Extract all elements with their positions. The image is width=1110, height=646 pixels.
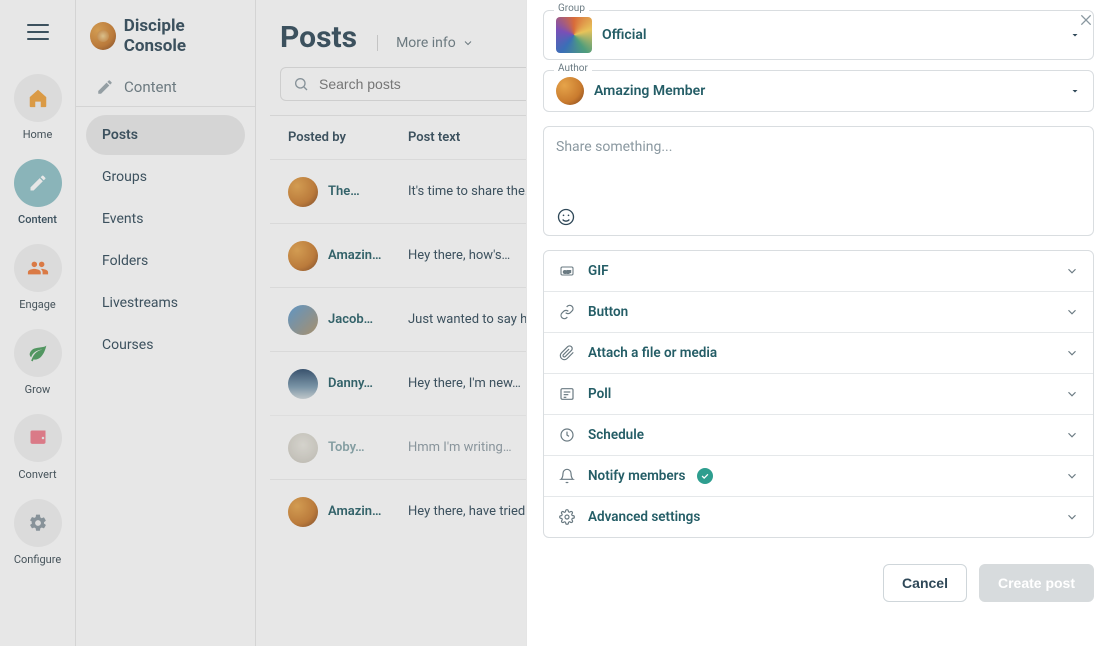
group-select[interactable]: Group Official (543, 10, 1094, 60)
poster-name: Amazin… (328, 248, 381, 263)
create-post-button[interactable]: Create post (979, 564, 1094, 602)
pencil-icon (14, 159, 62, 207)
option-button[interactable]: Button (544, 291, 1093, 332)
gif-icon: GIF (558, 263, 576, 279)
option-label: Notify members (588, 468, 685, 484)
leaf-icon (14, 329, 62, 377)
chevron-down-icon (1065, 346, 1079, 360)
link-icon (558, 304, 576, 320)
rail-label: Configure (14, 553, 61, 566)
post-textarea[interactable] (556, 139, 1081, 207)
option-label: Advanced settings (588, 509, 700, 525)
rail-item-engage[interactable]: Engage (0, 238, 75, 319)
option-label: Button (588, 304, 628, 320)
gear-icon (558, 509, 576, 525)
author-label: Author (554, 63, 592, 74)
svg-text:GIF: GIF (563, 269, 571, 274)
rail-item-content[interactable]: Content (0, 153, 75, 234)
rail-item-configure[interactable]: Configure (0, 493, 75, 574)
option-advanced[interactable]: Advanced settings (544, 496, 1093, 537)
option-poll[interactable]: Poll (544, 373, 1093, 414)
option-label: Poll (588, 386, 611, 402)
gear-icon (14, 499, 62, 547)
clock-icon (558, 427, 576, 443)
poster-name: Toby… (328, 440, 365, 455)
brand-logo-icon (90, 22, 116, 50)
bell-icon (558, 468, 576, 484)
chevron-down-icon (1065, 387, 1079, 401)
group-thumb (556, 17, 592, 53)
avatar (288, 497, 318, 527)
subnav-header: Content (76, 68, 255, 107)
chevron-down-icon (1065, 264, 1079, 278)
author-value: Amazing Member (594, 83, 705, 99)
caret-down-icon (1069, 85, 1081, 97)
post-options-accordion: GIF GIF Button Attach a file or media Po… (543, 250, 1094, 538)
rail-label: Engage (19, 298, 56, 311)
poll-icon (558, 386, 576, 402)
col-posted-by: Posted by (288, 130, 408, 145)
rail-item-grow[interactable]: Grow (0, 323, 75, 404)
rail-label: Grow (25, 383, 51, 396)
check-badge (697, 468, 713, 484)
rail-item-convert[interactable]: Convert (0, 408, 75, 489)
option-gif[interactable]: GIF GIF (544, 251, 1093, 291)
rail-item-home[interactable]: Home (0, 68, 75, 149)
brand-title: Disciple Console (124, 16, 241, 56)
subnav-item-folders[interactable]: Folders (86, 241, 245, 281)
avatar (288, 305, 318, 335)
wallet-icon (14, 414, 62, 462)
avatar (288, 433, 318, 463)
option-label: GIF (588, 263, 609, 279)
pencil-icon (96, 78, 114, 96)
chevron-down-icon (1065, 510, 1079, 524)
group-label: Group (554, 3, 589, 14)
subnav-list: Posts Groups Events Folders Livestreams … (76, 107, 255, 373)
poster-name: The… (328, 184, 360, 199)
smile-icon (556, 207, 576, 227)
avatar (288, 177, 318, 207)
menu-toggle[interactable] (18, 12, 58, 52)
page-title: Posts (280, 20, 357, 55)
avatar (288, 369, 318, 399)
paperclip-icon (558, 345, 576, 361)
home-icon (14, 74, 62, 122)
rail-label: Content (18, 213, 57, 226)
option-schedule[interactable]: Schedule (544, 414, 1093, 455)
poster-name: Danny… (328, 376, 373, 391)
group-value: Official (602, 27, 647, 43)
rail-label: Home (23, 128, 53, 141)
option-label: Schedule (588, 427, 644, 443)
author-avatar (556, 77, 584, 105)
option-label: Attach a file or media (588, 345, 717, 361)
search-icon (293, 76, 309, 92)
content-subnav: Disciple Console Content Posts Groups Ev… (76, 0, 256, 646)
option-notify[interactable]: Notify members (544, 455, 1093, 496)
post-composer[interactable] (543, 126, 1094, 236)
chevron-down-icon (1065, 469, 1079, 483)
chevron-down-icon (1065, 428, 1079, 442)
author-select[interactable]: Author Amazing Member (543, 70, 1094, 112)
nav-rail: Home Content Engage Grow Convert (0, 0, 76, 646)
brand: Disciple Console (76, 0, 255, 68)
poster-name: Jacob… (328, 312, 373, 327)
cancel-button[interactable]: Cancel (883, 564, 967, 602)
subnav-item-events[interactable]: Events (86, 199, 245, 239)
subnav-item-livestreams[interactable]: Livestreams (86, 283, 245, 323)
chevron-down-icon (1065, 305, 1079, 319)
more-info-toggle[interactable]: More info (377, 35, 474, 51)
caret-down-icon (1069, 29, 1081, 41)
create-post-panel: Group Official Author Amazing Member GIF… (526, 0, 1110, 646)
poster-name: Amazin… (328, 504, 381, 519)
emoji-picker-button[interactable] (556, 207, 1081, 227)
rail-label: Convert (18, 468, 56, 481)
subnav-header-label: Content (124, 78, 177, 96)
people-icon (14, 244, 62, 292)
subnav-item-posts[interactable]: Posts (86, 115, 245, 155)
subnav-item-groups[interactable]: Groups (86, 157, 245, 197)
subnav-item-courses[interactable]: Courses (86, 325, 245, 365)
option-attach[interactable]: Attach a file or media (544, 332, 1093, 373)
chevron-down-icon (462, 37, 474, 49)
avatar (288, 241, 318, 271)
